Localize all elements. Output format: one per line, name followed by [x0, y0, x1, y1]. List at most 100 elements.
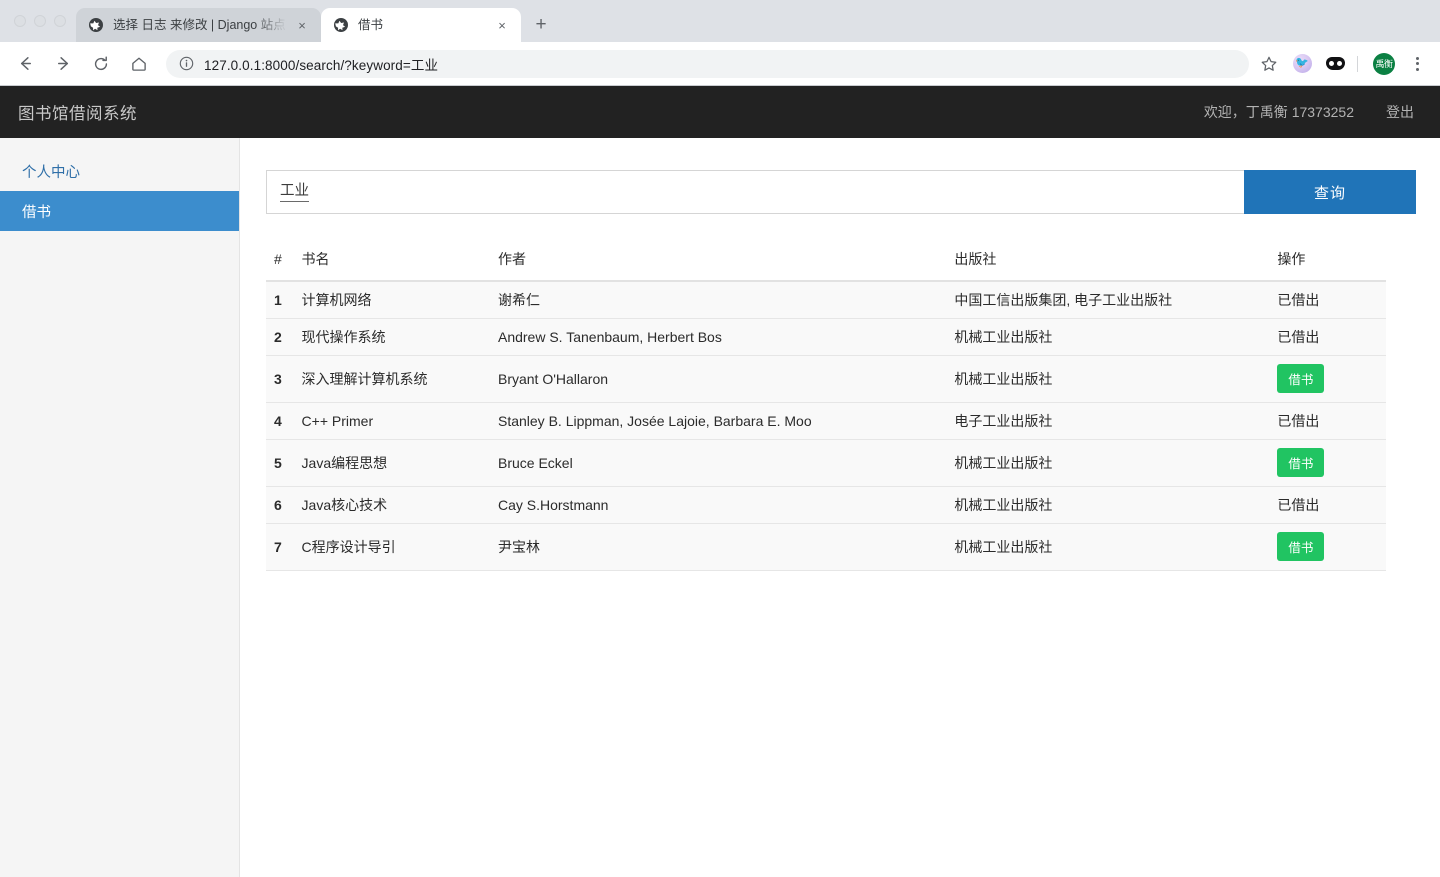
- cell-index: 1: [266, 281, 302, 319]
- status-badge: 已借出: [1277, 328, 1320, 345]
- back-icon[interactable]: [10, 49, 40, 79]
- books-table: # 书名 作者 出版社 操作 1 计算机网络 谢希仁 中国工信出版集团, 电子工…: [266, 249, 1386, 571]
- table-row: 1 计算机网络 谢希仁 中国工信出版集团, 电子工业出版社 已借出: [266, 281, 1386, 319]
- home-icon[interactable]: [124, 49, 154, 79]
- table-row: 7 C程序设计导引 尹宝林 机械工业出版社 借书: [266, 523, 1386, 571]
- table-body: 1 计算机网络 谢希仁 中国工信出版集团, 电子工业出版社 已借出 2 现代操作…: [266, 281, 1386, 571]
- browser-tab-1[interactable]: 选择 日志 来修改 | Django 站点管理 ×: [76, 8, 321, 42]
- table-row: 6 Java核心技术 Cay S.Horstmann 机械工业出版社 已借出: [266, 486, 1386, 524]
- cell-action: 借书: [1277, 523, 1386, 571]
- maximize-window-button[interactable]: [54, 15, 66, 27]
- cell-author: Stanley B. Lippman, Josée Lajoie, Barbar…: [497, 402, 955, 440]
- forward-icon[interactable]: [48, 49, 78, 79]
- cell-title: C++ Primer: [301, 402, 498, 440]
- cell-publisher: 机械工业出版社: [954, 318, 1278, 356]
- new-tab-button[interactable]: +: [527, 11, 555, 39]
- cell-index: 6: [266, 486, 302, 524]
- table-row: 5 Java编程思想 Bruce Eckel 机械工业出版社 借书: [266, 439, 1386, 487]
- table-row: 2 现代操作系统 Andrew S. Tanenbaum, Herbert Bo…: [266, 318, 1386, 356]
- close-icon[interactable]: ×: [293, 16, 311, 34]
- borrow-button[interactable]: 借书: [1277, 364, 1325, 393]
- cell-action: 已借出: [1277, 402, 1386, 440]
- cell-author: 谢希仁: [497, 281, 955, 319]
- main-content: 工业 查询 # 书名 作者 出版社 操作 1 计算机网络 谢希仁 中国工信出版集…: [240, 138, 1440, 877]
- cell-title: 深入理解计算机系统: [301, 355, 498, 403]
- dark-extension-icon[interactable]: [1322, 51, 1348, 77]
- browser-window: 选择 日志 来修改 | Django 站点管理 × 借书 × +: [0, 0, 1440, 877]
- minimize-window-button[interactable]: [34, 15, 46, 27]
- column-header-index: #: [266, 249, 302, 282]
- page-viewport: 图书馆借阅系统 欢迎，丁禹衡 17373252 登出 个人中心 借书 工业 查询: [0, 86, 1440, 877]
- sidebar: 个人中心 借书: [0, 138, 240, 877]
- browser-tab-2[interactable]: 借书 ×: [321, 8, 521, 42]
- star-icon[interactable]: [1256, 51, 1282, 77]
- tab-strip: 选择 日志 来修改 | Django 站点管理 × 借书 × +: [0, 0, 1440, 42]
- toolbar-divider: [1357, 55, 1358, 72]
- tab-title: 借书: [358, 18, 384, 32]
- cell-author: Bruce Eckel: [497, 439, 955, 487]
- url-text: 127.0.0.1:8000/search/?keyword=工业: [204, 57, 439, 73]
- column-header-action: 操作: [1277, 249, 1386, 282]
- column-header-title: 书名: [301, 249, 498, 282]
- cell-publisher: 机械工业出版社: [954, 486, 1278, 524]
- table-row: 4 C++ Primer Stanley B. Lippman, Josée L…: [266, 402, 1386, 440]
- cell-action: 已借出: [1277, 318, 1386, 356]
- bird-glyph: 🐦: [1292, 54, 1312, 73]
- search-button[interactable]: 查询: [1244, 170, 1416, 214]
- table-head: # 书名 作者 出版社 操作: [266, 249, 1386, 282]
- tab-title: 选择 日志 来修改 | Django 站点管理: [113, 18, 287, 32]
- cell-index: 5: [266, 439, 302, 487]
- cell-publisher: 机械工业出版社: [954, 439, 1278, 487]
- cell-action: 已借出: [1277, 486, 1386, 524]
- header-right: 欢迎，丁禹衡 17373252 登出: [1204, 102, 1414, 122]
- close-icon[interactable]: ×: [493, 16, 511, 34]
- cell-title: 计算机网络: [301, 281, 498, 319]
- globe-icon: [333, 17, 349, 33]
- sidebar-item-personal-center[interactable]: 个人中心: [0, 151, 239, 191]
- address-bar[interactable]: 127.0.0.1:8000/search/?keyword=工业: [166, 49, 1249, 78]
- status-badge: 已借出: [1277, 496, 1320, 513]
- window-controls: [10, 0, 76, 42]
- table-header-row: # 书名 作者 出版社 操作: [266, 249, 1386, 282]
- column-header-publisher: 出版社: [954, 249, 1278, 282]
- bird-extension-icon[interactable]: 🐦: [1289, 51, 1315, 77]
- search-bar: 工业 查询: [266, 170, 1416, 214]
- cell-title: Java核心技术: [301, 486, 498, 524]
- browser-toolbar: 127.0.0.1:8000/search/?keyword=工业 🐦 禹衡: [0, 42, 1440, 86]
- table-row: 3 深入理解计算机系统 Bryant O'Hallaron 机械工业出版社 借书: [266, 355, 1386, 403]
- sidebar-item-borrow[interactable]: 借书: [0, 191, 239, 231]
- menu-dots: [1415, 56, 1419, 71]
- cell-publisher: 中国工信出版集团, 电子工业出版社: [954, 281, 1278, 319]
- cell-index: 2: [266, 318, 302, 356]
- cell-index: 3: [266, 355, 302, 403]
- reload-icon[interactable]: [86, 49, 116, 79]
- app-header: 图书馆借阅系统 欢迎，丁禹衡 17373252 登出: [0, 86, 1440, 138]
- globe-icon: [88, 17, 104, 33]
- cell-publisher: 机械工业出版社: [954, 355, 1278, 403]
- logout-link[interactable]: 登出: [1386, 102, 1414, 122]
- cell-action: 借书: [1277, 439, 1386, 487]
- cell-author: Bryant O'Hallaron: [497, 355, 955, 403]
- cell-action: 已借出: [1277, 281, 1386, 319]
- three-dot-menu-icon[interactable]: [1404, 51, 1430, 77]
- cell-action: 借书: [1277, 355, 1386, 403]
- search-input-value: 工业: [280, 182, 309, 202]
- welcome-text: 欢迎，丁禹衡 17373252: [1203, 104, 1354, 120]
- cell-publisher: 机械工业出版社: [954, 523, 1278, 571]
- borrow-button[interactable]: 借书: [1277, 448, 1325, 477]
- close-window-button[interactable]: [14, 15, 26, 27]
- cell-index: 4: [266, 402, 302, 440]
- avatar-label: 禹衡: [1373, 52, 1395, 75]
- cell-title: C程序设计导引: [301, 523, 498, 571]
- info-circle-icon[interactable]: [178, 56, 194, 72]
- search-input[interactable]: 工业: [266, 170, 1244, 214]
- borrow-button[interactable]: 借书: [1277, 532, 1325, 561]
- page-title: 图书馆借阅系统: [18, 105, 137, 123]
- dark-extension-glyph: [1325, 57, 1345, 70]
- column-header-author: 作者: [497, 249, 955, 282]
- cell-title: Java编程思想: [301, 439, 498, 487]
- status-badge: 已借出: [1277, 412, 1320, 429]
- cell-index: 7: [266, 523, 302, 571]
- avatar[interactable]: 禹衡: [1371, 51, 1397, 77]
- page-body: 个人中心 借书 工业 查询 # 书名 作者 出版社 操作 1 计算机网络 谢希仁…: [0, 138, 1440, 877]
